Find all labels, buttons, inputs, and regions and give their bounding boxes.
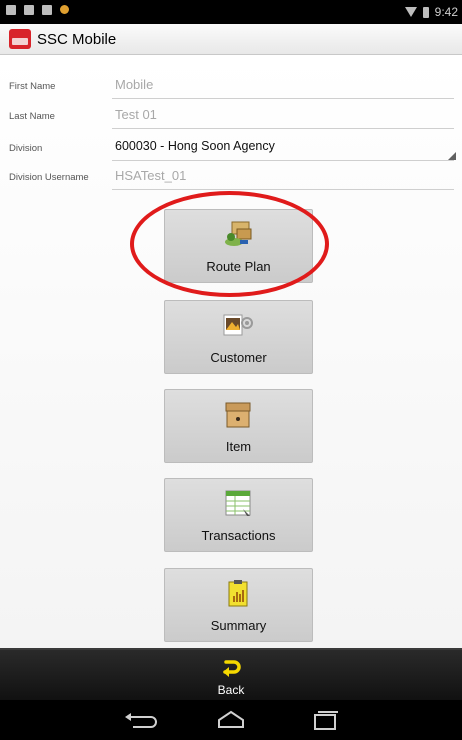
last-name-field[interactable]: Test 01 bbox=[115, 107, 157, 122]
battery-icon bbox=[422, 6, 429, 18]
system-icons: 9:42 bbox=[404, 5, 458, 19]
notification-icons bbox=[6, 5, 69, 15]
last-name-label: Last Name bbox=[9, 111, 55, 122]
transactions-label: Transactions bbox=[201, 528, 276, 543]
notification-icon bbox=[24, 5, 34, 15]
status-bar: 9:42 bbox=[0, 0, 462, 24]
status-time: 9:42 bbox=[434, 5, 458, 19]
app-logo-icon bbox=[9, 29, 31, 49]
division-username-label: Division Username bbox=[9, 172, 89, 183]
back-label: Back bbox=[217, 683, 245, 697]
last-name-row: Last Name Test 01 bbox=[0, 103, 462, 129]
highlight-ring bbox=[130, 191, 329, 297]
field-underline bbox=[112, 160, 454, 161]
item-button[interactable]: Item bbox=[164, 389, 313, 463]
notification-icon bbox=[60, 5, 69, 14]
first-name-label: First Name bbox=[9, 81, 56, 92]
customer-button[interactable]: Customer bbox=[164, 300, 313, 374]
summary-label: Summary bbox=[210, 618, 267, 633]
field-underline bbox=[112, 189, 454, 190]
app-bar: SSC Mobile bbox=[0, 24, 462, 55]
transactions-sheet-icon bbox=[225, 490, 251, 516]
summary-clipboard-icon bbox=[228, 580, 248, 607]
customer-contact-icon bbox=[223, 314, 253, 336]
main-content: First Name Mobile Last Name Test 01 Divi… bbox=[0, 55, 462, 648]
customer-label: Customer bbox=[210, 350, 267, 365]
item-label: Item bbox=[225, 439, 252, 454]
wifi-icon bbox=[404, 7, 417, 17]
action-bar: Back bbox=[0, 648, 462, 702]
back-button[interactable]: Back bbox=[206, 656, 256, 700]
field-underline bbox=[112, 128, 454, 129]
division-select[interactable]: 600030 - Hong Soon Agency bbox=[115, 139, 275, 153]
spinner-dropdown-icon[interactable] bbox=[448, 152, 456, 160]
notification-icon bbox=[6, 5, 16, 15]
summary-button[interactable]: Summary bbox=[164, 568, 313, 642]
app-title: SSC Mobile bbox=[37, 31, 117, 48]
back-arrow-icon bbox=[223, 660, 241, 677]
nav-recent-apps-icon[interactable] bbox=[303, 709, 347, 731]
division-username-field[interactable]: HSATest_01 bbox=[115, 168, 186, 183]
division-label: Division bbox=[9, 143, 43, 154]
system-nav-bar bbox=[0, 700, 462, 740]
field-underline bbox=[112, 98, 454, 99]
transactions-button[interactable]: Transactions bbox=[164, 478, 313, 552]
item-box-icon bbox=[225, 402, 251, 428]
first-name-field[interactable]: Mobile bbox=[115, 77, 153, 92]
division-username-row: Division Username HSATest_01 bbox=[0, 164, 462, 190]
nav-home-icon[interactable] bbox=[209, 709, 253, 731]
division-row: Division 600030 - Hong Soon Agency bbox=[0, 135, 462, 161]
notification-icon bbox=[42, 5, 52, 15]
first-name-row: First Name Mobile bbox=[0, 73, 462, 99]
nav-back-icon[interactable] bbox=[119, 709, 163, 731]
